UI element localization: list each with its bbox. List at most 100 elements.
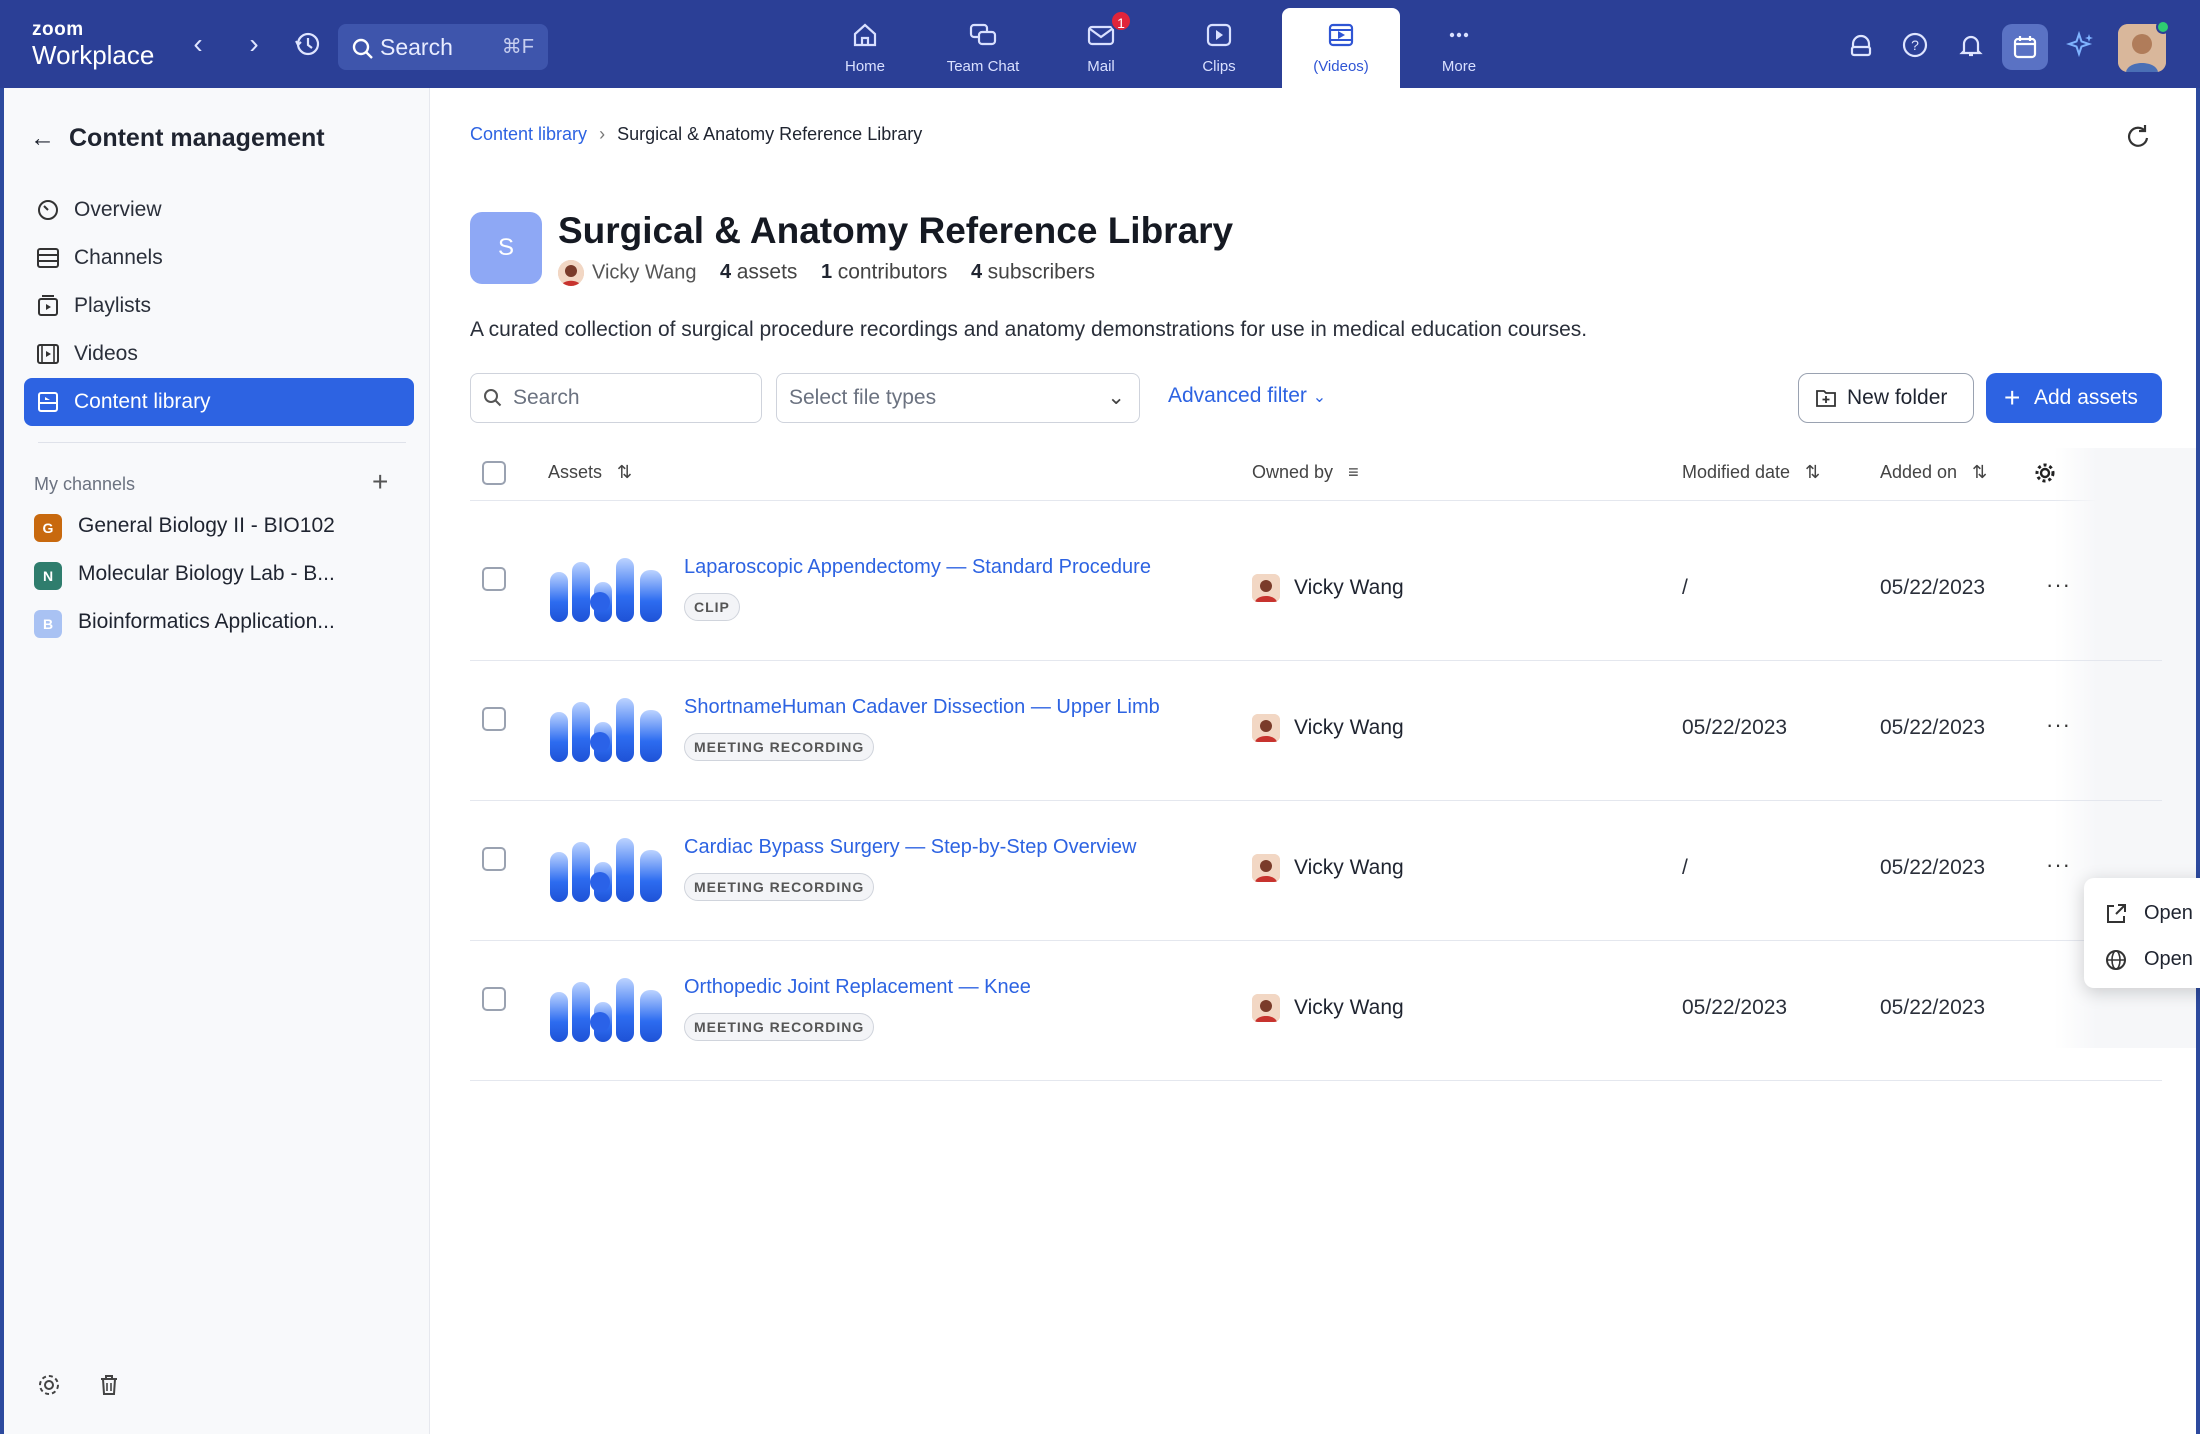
- column-header-owned-by[interactable]: Owned by ≡: [1252, 462, 1359, 483]
- menu-item-open-web[interactable]: Open: [2104, 948, 2193, 971]
- external-link-icon: [2107, 904, 2126, 923]
- asset-name-link[interactable]: ShortnameHuman Cadaver Dissection — Uppe…: [684, 696, 1160, 719]
- assets-count: 4: [720, 261, 732, 284]
- refresh-icon[interactable]: [2124, 122, 2152, 150]
- breadcrumb: Content library › Surgical & Anatomy Refer…: [470, 124, 922, 145]
- forward-arrow-icon[interactable]: ›: [234, 24, 274, 64]
- tab-mail-label: Mail: [1087, 58, 1115, 75]
- sidebar-item-overview[interactable]: Overview: [24, 186, 414, 234]
- sidebar-title: ← Content management: [30, 124, 325, 153]
- tab-team-chat[interactable]: Team Chat: [924, 8, 1042, 88]
- more-icon: [1449, 32, 1469, 38]
- file-type-placeholder: Select file types: [789, 386, 937, 409]
- asset-type-badge: MEETING RECORDING: [684, 873, 875, 901]
- new-folder-button[interactable]: New folder: [1798, 373, 1974, 423]
- video-icon: [37, 344, 59, 364]
- breadcrumb-root-link[interactable]: Content library: [470, 124, 587, 144]
- library-icon: [38, 392, 58, 412]
- sidebar-item-label: Playlists: [74, 294, 152, 317]
- sidebar-item-content-library[interactable]: Content library: [24, 378, 414, 426]
- row-more-options-icon[interactable]: ···: [2046, 712, 2071, 738]
- ai-sparkle-icon[interactable]: [2066, 30, 2096, 60]
- menu-item-label: Open: [2144, 948, 2193, 970]
- calendar-button[interactable]: [2002, 24, 2048, 70]
- new-folder-label: New folder: [1847, 386, 1948, 409]
- advanced-filter-button[interactable]: Advanced filter ⌄: [1168, 384, 1326, 408]
- column-header-assets[interactable]: Assets ⇅: [548, 462, 632, 483]
- global-search[interactable]: Search ⌘F: [338, 24, 548, 70]
- channel-name: Molecular Biology Lab - B...: [78, 562, 335, 585]
- back-icon[interactable]: ←: [30, 124, 55, 153]
- add-assets-label: Add assets: [2034, 386, 2138, 409]
- tab-more[interactable]: More: [1400, 8, 1518, 88]
- added-date: 05/22/2023: [1880, 856, 1986, 879]
- file-type-select[interactable]: Select file types ⌄: [776, 373, 1140, 423]
- table-row[interactable]: ShortnameHuman Cadaver Dissection — Uppe…: [430, 660, 2196, 800]
- select-all-checkbox[interactable]: [482, 461, 506, 485]
- tab-videos[interactable]: (Videos): [1282, 8, 1400, 88]
- menu-item-open[interactable]: Open: [2104, 902, 2193, 925]
- column-header-added[interactable]: Added on ⇅: [1880, 462, 1987, 483]
- history-icon[interactable]: [288, 24, 328, 64]
- tab-home[interactable]: Home: [806, 8, 924, 88]
- search-placeholder: Search: [513, 386, 580, 409]
- sidebar-item-playlists[interactable]: Playlists: [24, 282, 414, 330]
- library-meta: Vicky Wang 4 assets 1 contributors 4 sub…: [558, 260, 1095, 286]
- asset-name-link[interactable]: Laparoscopic Appendectomy — Standard Pro…: [684, 556, 1151, 579]
- row-checkbox[interactable]: [482, 847, 506, 871]
- add-channel-plus-icon[interactable]: +: [372, 466, 388, 498]
- videos-icon: [1328, 23, 1354, 47]
- back-arrow-icon[interactable]: ‹: [178, 24, 218, 64]
- table-row[interactable]: Orthopedic Joint Replacement — Knee MEET…: [430, 940, 2196, 1080]
- tab-home-label: Home: [844, 58, 885, 75]
- table-row[interactable]: Laparoscopic Appendectomy — Standard Pro…: [430, 520, 2196, 660]
- trash-icon[interactable]: [94, 1370, 124, 1400]
- tab-mail[interactable]: 1 Mail: [1042, 8, 1160, 88]
- sidebar-item-videos[interactable]: Videos: [24, 330, 414, 378]
- asset-name-link[interactable]: Orthopedic Joint Replacement — Knee: [684, 976, 1031, 999]
- row-checkbox[interactable]: [482, 707, 506, 731]
- gauge-icon: [38, 200, 58, 220]
- calendar-icon: [2013, 36, 2037, 59]
- contributors-label: contributors: [837, 260, 948, 284]
- headset-icon[interactable]: [1846, 30, 1876, 60]
- sidebar: ← Content management Overview Channels Pl…: [4, 88, 430, 1434]
- bell-icon[interactable]: [1956, 30, 1986, 60]
- column-settings-gear-icon[interactable]: [2034, 462, 2056, 484]
- channel-name: Bioinformatics Application...: [78, 610, 335, 633]
- content-area: ← Content management Overview Channels Pl…: [4, 88, 2200, 1434]
- asset-search-input[interactable]: Search: [470, 373, 762, 423]
- row-more-options-icon[interactable]: ···: [2046, 852, 2071, 878]
- channel-item[interactable]: B Bioinformatics Application...: [34, 602, 414, 642]
- row-checkbox[interactable]: [482, 987, 506, 1011]
- playlist-icon: [38, 295, 58, 316]
- sort-icon: ⇅: [1972, 462, 1988, 482]
- row-checkbox[interactable]: [482, 567, 506, 591]
- channel-name: General Biology II - BIO102: [78, 514, 335, 537]
- plus-icon: +: [2004, 382, 2021, 413]
- folder-plus-icon: [1816, 390, 1836, 407]
- settings-icon[interactable]: [34, 1370, 64, 1400]
- column-header-modified[interactable]: Modified date ⇅: [1682, 462, 1820, 483]
- sidebar-item-channels[interactable]: Channels: [24, 234, 414, 282]
- channel-item[interactable]: G General Biology II - BIO102: [34, 506, 414, 546]
- search-icon: [352, 38, 373, 59]
- channel-avatar: N: [34, 562, 62, 590]
- tab-clips[interactable]: Clips: [1160, 8, 1278, 88]
- help-icon[interactable]: ?: [1900, 30, 1930, 60]
- row-divider: [470, 1080, 2162, 1081]
- sidebar-item-label: Content library: [74, 390, 211, 413]
- brand-small: zoom: [32, 19, 84, 40]
- owner-cell: Vicky Wang: [1252, 994, 1404, 1022]
- sidebar-divider: [38, 442, 406, 443]
- filter-icon: ≡: [1348, 462, 1359, 482]
- add-assets-button[interactable]: + Add assets: [1986, 373, 2162, 423]
- chat-icon: [969, 23, 997, 46]
- asset-type-badge: CLIP: [684, 593, 740, 621]
- tab-videos-label: (Videos): [1313, 58, 1369, 75]
- table-row[interactable]: Cardiac Bypass Surgery — Step-by-Step Ov…: [430, 800, 2196, 940]
- row-more-options-icon[interactable]: ···: [2046, 572, 2071, 598]
- channel-item[interactable]: N Molecular Biology Lab - B...: [34, 554, 414, 594]
- owner-avatar: [1252, 854, 1280, 882]
- asset-name-link[interactable]: Cardiac Bypass Surgery — Step-by-Step Ov…: [684, 836, 1136, 859]
